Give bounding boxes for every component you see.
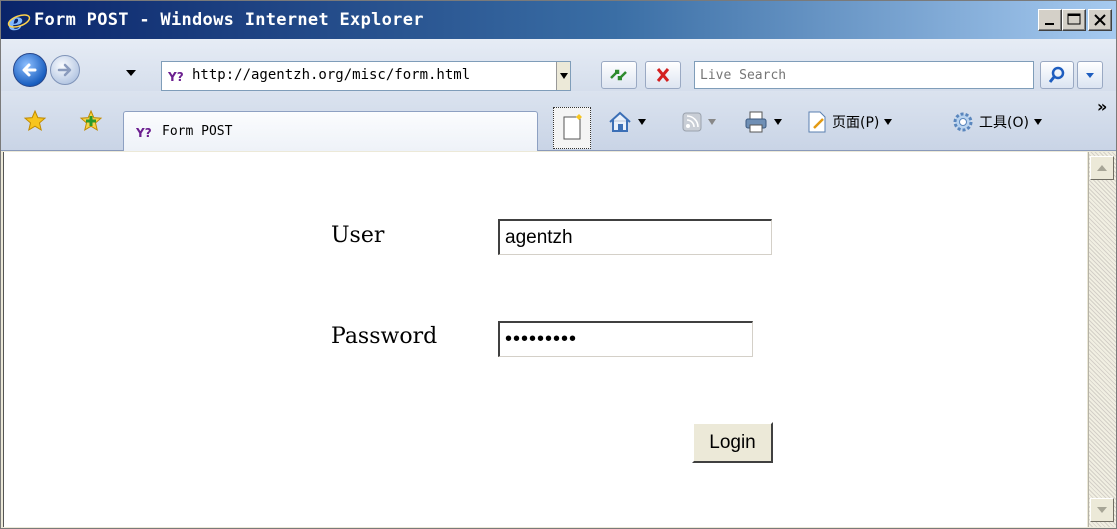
recent-pages-dropdown[interactable] bbox=[125, 69, 137, 77]
print-icon bbox=[745, 111, 767, 133]
scroll-up-button[interactable] bbox=[1090, 156, 1114, 180]
gear-icon bbox=[953, 112, 973, 132]
scroll-down-button[interactable] bbox=[1090, 498, 1114, 522]
new-tab-button[interactable] bbox=[553, 107, 591, 149]
home-icon bbox=[609, 111, 631, 132]
forward-icon bbox=[57, 63, 72, 77]
stop-button[interactable] bbox=[645, 61, 681, 89]
scroll-up-icon bbox=[1097, 165, 1107, 171]
home-button[interactable] bbox=[607, 109, 647, 135]
user-input[interactable] bbox=[498, 219, 772, 255]
print-button[interactable] bbox=[743, 109, 783, 135]
chevron-down-icon bbox=[1086, 73, 1094, 78]
search-button[interactable] bbox=[1040, 61, 1074, 89]
password-input[interactable] bbox=[498, 321, 753, 357]
close-icon bbox=[1094, 14, 1106, 26]
page-menu-label: 页面(P) bbox=[832, 115, 880, 131]
yahoo-favicon-icon: Y? bbox=[168, 70, 184, 83]
address-bar[interactable]: Y? http://agentzh.org/misc/form.html bbox=[161, 61, 571, 91]
login-button[interactable]: Login bbox=[692, 422, 773, 463]
stop-icon bbox=[656, 68, 670, 82]
refresh-button[interactable] bbox=[601, 61, 637, 89]
search-input[interactable] bbox=[700, 65, 1025, 85]
feeds-button[interactable] bbox=[681, 109, 717, 135]
feeds-icon bbox=[682, 112, 702, 132]
title-bar: e Form POST - Windows Internet Explorer bbox=[1, 1, 1116, 39]
user-label: User bbox=[331, 223, 385, 248]
svg-text:Y?: Y? bbox=[168, 70, 184, 83]
maximize-button[interactable] bbox=[1062, 9, 1086, 31]
vertical-scrollbar[interactable] bbox=[1088, 152, 1116, 527]
back-icon bbox=[22, 63, 37, 77]
tab-label: Form POST bbox=[162, 124, 233, 139]
add-favorite-icon[interactable] bbox=[79, 109, 103, 133]
close-button[interactable] bbox=[1088, 9, 1112, 31]
tab-form-post[interactable]: Y? Form POST bbox=[123, 111, 538, 151]
scroll-down-icon bbox=[1097, 507, 1107, 513]
svg-text:Y?: Y? bbox=[136, 126, 152, 139]
favorites-star-icon[interactable] bbox=[23, 109, 47, 133]
refresh-icon bbox=[610, 69, 627, 81]
address-dropdown-button[interactable] bbox=[556, 62, 570, 90]
address-url[interactable]: http://agentzh.org/misc/form.html bbox=[192, 67, 470, 83]
tools-menu-label: 工具(O) bbox=[979, 115, 1029, 131]
browser-window: e Form POST - Windows Internet Explorer … bbox=[0, 0, 1117, 529]
forward-button[interactable] bbox=[50, 55, 80, 85]
chevron-down-icon bbox=[884, 119, 893, 125]
ie-logo-icon: e bbox=[7, 9, 31, 33]
back-button[interactable] bbox=[13, 53, 47, 87]
page-icon bbox=[808, 111, 826, 133]
window-title: Form POST - Windows Internet Explorer bbox=[34, 10, 424, 30]
chevron-down-icon bbox=[1033, 119, 1042, 125]
search-icon bbox=[1048, 66, 1065, 83]
chevron-down-icon bbox=[560, 73, 568, 79]
chevron-down-icon bbox=[638, 119, 646, 125]
tools-menu-button[interactable]: 工具(O) bbox=[951, 109, 1043, 135]
password-label: Password bbox=[331, 324, 438, 349]
minimize-button[interactable] bbox=[1038, 9, 1062, 31]
new-tab-icon bbox=[563, 114, 582, 140]
chevron-down-icon bbox=[708, 119, 716, 125]
page-menu-button[interactable]: 页面(P) bbox=[806, 109, 893, 135]
yahoo-favicon-icon: Y? bbox=[136, 126, 152, 139]
minimize-icon bbox=[1045, 23, 1054, 25]
toolbar-overflow-chevron[interactable]: » bbox=[1097, 97, 1107, 116]
search-box[interactable] bbox=[694, 61, 1034, 89]
maximize-icon bbox=[1067, 13, 1081, 25]
search-options-dropdown[interactable] bbox=[1077, 61, 1103, 89]
chevron-down-icon bbox=[774, 119, 782, 125]
